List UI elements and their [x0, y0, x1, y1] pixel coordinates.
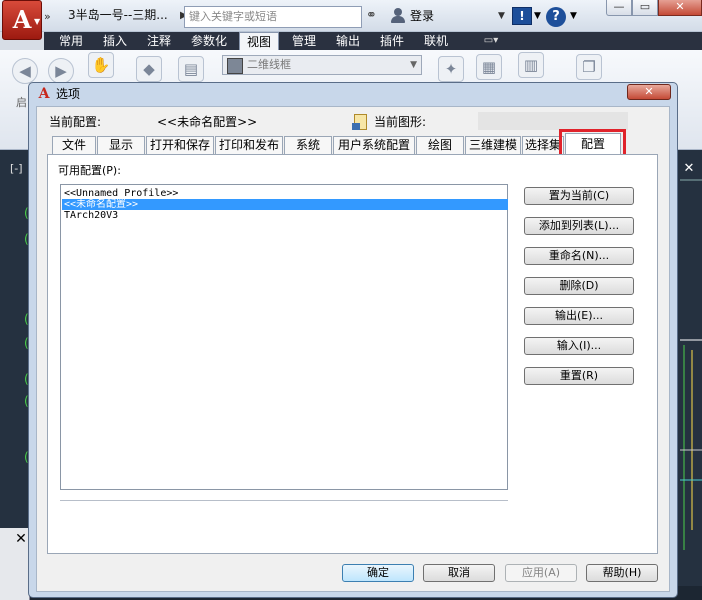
minimize-button[interactable]: —: [606, 0, 632, 16]
help-button[interactable]: 帮助(H): [586, 564, 658, 582]
chevron-down-icon: ▼: [410, 60, 417, 70]
drawing-file-icon: [352, 114, 368, 130]
rename-button[interactable]: 重命名(N)...: [524, 247, 634, 265]
ribbon-tab-home[interactable]: 常用: [52, 32, 90, 50]
view-cube-icon[interactable]: ◆: [136, 56, 162, 82]
delete-button[interactable]: 删除(D): [524, 277, 634, 295]
quick-access-more-icon[interactable]: »: [44, 10, 56, 24]
list-item-selected[interactable]: <<未命名配置>>: [62, 199, 508, 210]
tab-drafting[interactable]: 绘图: [416, 136, 464, 154]
ribbon-tab-insert[interactable]: 插入: [96, 32, 134, 50]
exchange-icon[interactable]: !: [512, 7, 532, 25]
viewport-icon[interactable]: ▤: [178, 56, 204, 82]
dialog-title: 选项: [56, 87, 81, 101]
tab-selection[interactable]: 选择集: [522, 136, 564, 154]
reset-button[interactable]: 重置(R): [524, 367, 634, 385]
visual-style-value: 二维线框: [247, 58, 291, 71]
add-to-list-button[interactable]: 添加到列表(L)...: [524, 217, 634, 235]
help-icon[interactable]: ?: [546, 7, 566, 27]
chevron-down-icon[interactable]: ▼: [498, 8, 508, 24]
ribbon-tab-plugins[interactable]: 插件: [373, 32, 411, 50]
tab-plot-publish[interactable]: 打印和发布: [215, 136, 283, 154]
chevron-down-icon[interactable]: ▼: [34, 18, 42, 26]
visual-style-swatch-icon: [227, 58, 243, 74]
tab-3d-modeling[interactable]: 三维建模: [465, 136, 521, 154]
login-link[interactable]: 登录: [410, 7, 450, 25]
ok-button[interactable]: 确定: [342, 564, 414, 582]
ribbon-tab-output[interactable]: 输出: [329, 32, 367, 50]
ribbon-tab-parametric[interactable]: 参数化: [184, 32, 234, 50]
palette-icon[interactable]: ▦: [476, 54, 502, 80]
tab-display[interactable]: 显示: [97, 136, 145, 154]
close-icon[interactable]: ✕: [14, 532, 28, 546]
light-icon[interactable]: ✦: [438, 56, 464, 82]
autocad-icon: A: [38, 86, 50, 102]
chevron-down-icon[interactable]: ▼: [534, 8, 542, 24]
export-button[interactable]: 输出(E)...: [524, 307, 634, 325]
pan-hand-icon[interactable]: ✋: [88, 52, 114, 78]
window-title: 3半岛一号--三期...: [68, 8, 168, 22]
close-window-button[interactable]: ✕: [658, 0, 702, 16]
search-input[interactable]: 键入关键字或短语: [184, 6, 362, 28]
available-profiles-label: 可用配置(P):: [58, 164, 121, 177]
cancel-button[interactable]: 取消: [423, 564, 495, 582]
building-icon[interactable]: ▥: [518, 52, 544, 78]
list-item[interactable]: <<Unnamed Profile>>: [62, 188, 508, 199]
current-profile-label: 当前配置:: [49, 115, 102, 129]
current-profile-value: <<未命名配置>>: [157, 115, 258, 129]
drawing-lines: [680, 179, 702, 550]
tab-open-save[interactable]: 打开和保存: [146, 136, 214, 154]
chevron-down-icon[interactable]: ▼: [570, 8, 578, 24]
profiles-list[interactable]: <<Unnamed Profile>> <<未命名配置>> TArch20V3: [60, 184, 508, 490]
ribbon-tab-annotate[interactable]: 注释: [140, 32, 178, 50]
apply-button[interactable]: 应用(A): [505, 564, 577, 582]
forward-icon[interactable]: ▶: [48, 58, 74, 84]
tab-files[interactable]: 文件: [52, 136, 96, 154]
tab-user-preferences[interactable]: 用户系统配置: [333, 136, 415, 154]
current-drawing-value: [478, 112, 628, 130]
ribbon-tab-manage[interactable]: 管理: [285, 32, 323, 50]
restore-button[interactable]: ▭: [632, 0, 658, 16]
user-icon[interactable]: [390, 8, 406, 24]
dialog-close-button[interactable]: ✕: [627, 84, 671, 100]
profile-description: [60, 500, 508, 542]
list-item[interactable]: TArch20V3: [62, 210, 508, 221]
ribbon-tab-view[interactable]: 视图: [239, 32, 279, 50]
binoculars-icon[interactable]: ⚭: [366, 8, 384, 24]
import-button[interactable]: 输入(I)...: [524, 337, 634, 355]
set-current-button[interactable]: 置为当前(C): [524, 187, 634, 205]
current-drawing-label: 当前图形:: [374, 115, 427, 129]
ribbon-minimize-icon[interactable]: ▭▾: [478, 32, 504, 50]
window-switch-icon[interactable]: ❐: [576, 54, 602, 80]
back-icon[interactable]: ◀: [12, 58, 38, 84]
ribbon-tab-online[interactable]: 联机: [417, 32, 455, 50]
tab-system[interactable]: 系统: [284, 136, 332, 154]
visual-style-dropdown[interactable]: 二维线框 ▼: [222, 55, 422, 75]
